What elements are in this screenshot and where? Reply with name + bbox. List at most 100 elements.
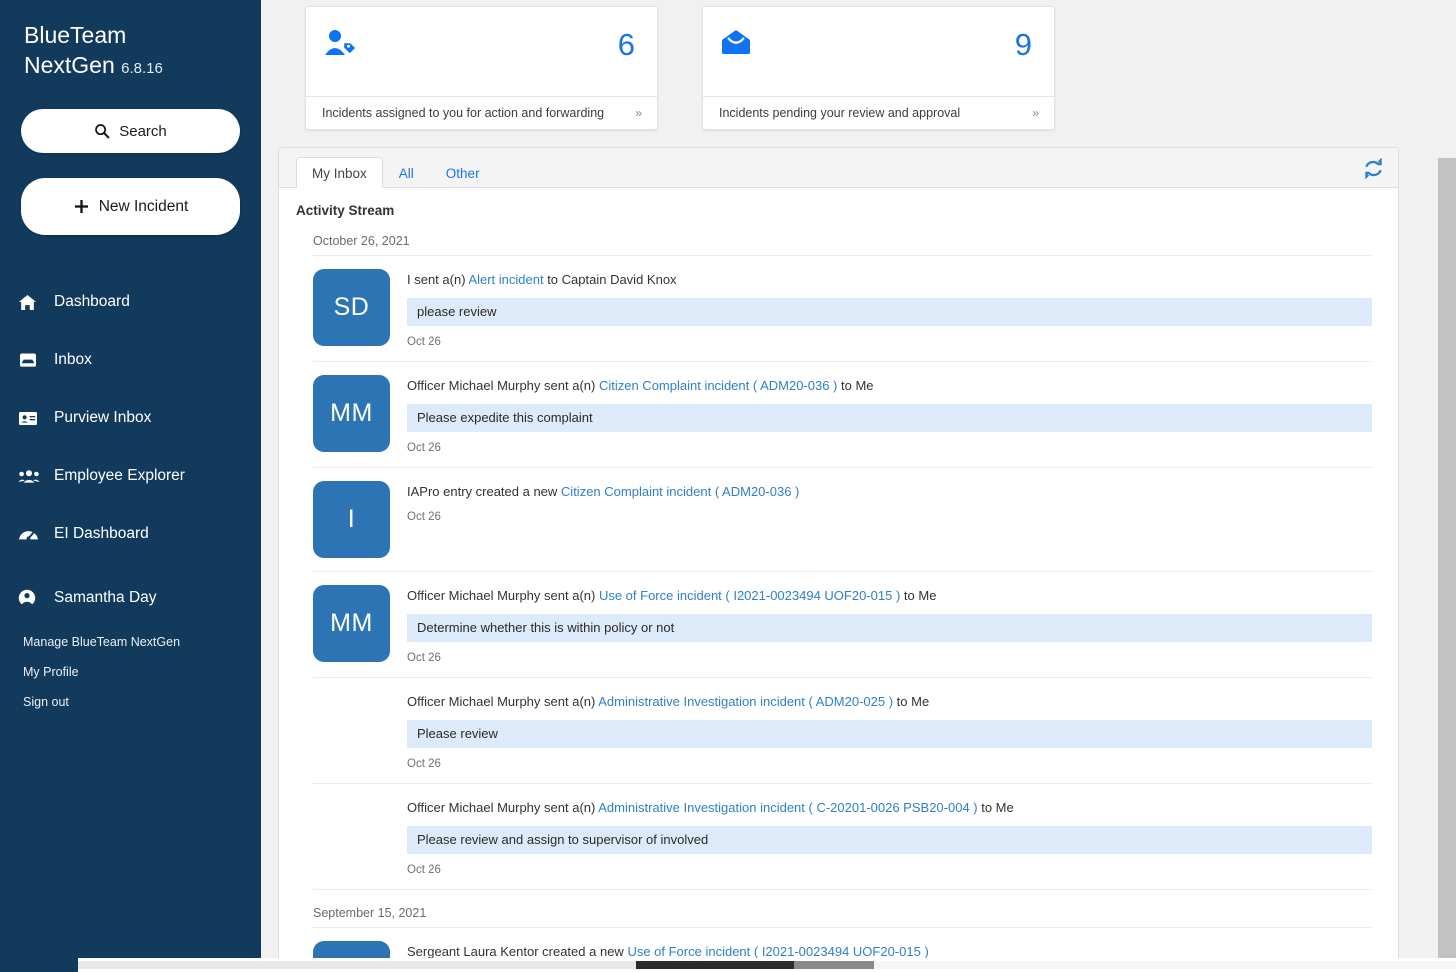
avatar: SD [313, 269, 390, 346]
app-root: BlueTeam NextGen 6.8.16 Search New Incid… [0, 0, 1456, 972]
sidebar-item-user[interactable]: Samantha Day [0, 569, 261, 627]
activity-entry-message: please review [407, 298, 1372, 326]
user-circle-icon [18, 589, 44, 607]
activity-entry: IIAPro entry created a new Citizen Compl… [313, 468, 1372, 572]
id-card-icon [18, 411, 44, 426]
activity-entry-content: Officer Michael Murphy sent a(n) Adminis… [407, 691, 1372, 770]
activity-entry-time: Oct 26 [407, 652, 1372, 664]
sidebar-item-label: EI Dashboard [54, 525, 149, 543]
activity-entry-wrap: MM Officer Michael Murphy sent a(n) Citiz… [279, 362, 1398, 468]
horizontal-scrollbar[interactable] [0, 958, 1456, 972]
tab-all[interactable]: All [383, 157, 430, 188]
sidebar-item-dashboard[interactable]: Dashboard [0, 273, 261, 331]
sidebar-item-inbox[interactable]: Inbox [0, 331, 261, 389]
activity-stream-title: Activity Stream [279, 188, 1398, 218]
incident-link[interactable]: Administrative Investigation incident ( … [598, 800, 977, 815]
scrollbar-left-cap [0, 958, 78, 972]
activity-entry-time: Oct 26 [407, 511, 1372, 523]
activity-entry-time: Oct 26 [407, 442, 1372, 454]
incident-link[interactable]: Citizen Complaint incident ( ADM20-036 ) [561, 484, 799, 499]
new-incident-label: New Incident [99, 198, 189, 216]
scrollbar-thumb[interactable] [636, 961, 794, 969]
card-pending-incidents[interactable]: 9 Incidents pending your review and appr… [702, 6, 1055, 130]
card-count: 9 [1015, 29, 1032, 60]
incident-link[interactable]: Administrative Investigation incident ( … [598, 694, 893, 709]
users-icon [18, 469, 44, 484]
date-header: September 15, 2021 [313, 890, 1372, 928]
tab-other[interactable]: Other [430, 157, 496, 188]
avatar: I [313, 481, 390, 558]
activity-entry-content: Officer Michael Murphy sent a(n) Citizen… [407, 375, 1372, 454]
activity-entry-time: Oct 26 [407, 864, 1372, 876]
search-label: Search [119, 123, 167, 140]
brand: BlueTeam NextGen 6.8.16 [0, 0, 261, 84]
home-icon [18, 294, 44, 311]
vertical-scrollbar[interactable] [1438, 158, 1456, 958]
activity-entry-text: Officer Michael Murphy sent a(n) Citizen… [407, 377, 1372, 395]
sidebar-item-label: Employee Explorer [54, 467, 185, 485]
chevron-right-icon: » [635, 106, 642, 120]
activity-stream-list: October 26, 2021SDI sent a(n) Alert inci… [279, 218, 1398, 962]
sidebar-link-my-profile[interactable]: My Profile [0, 657, 261, 687]
incident-link[interactable]: Use of Force incident ( I2021-0023494 UO… [627, 944, 928, 959]
activity-entry: SDI sent a(n) Alert incident to Captain … [313, 256, 1372, 362]
avatar-placeholder [313, 797, 390, 874]
main-content: 6 Incidents assigned to you for action a… [261, 0, 1456, 972]
chevron-right-icon: » [1032, 106, 1039, 120]
activity-entry-message: Determine whether this is within policy … [407, 614, 1372, 642]
activity-entry-content: I sent a(n) Alert incident to Captain Da… [407, 269, 1372, 348]
sidebar-user-name: Samantha Day [54, 589, 157, 607]
sidebar-link-manage[interactable]: Manage BlueTeam NextGen [0, 627, 261, 657]
incident-link[interactable]: Citizen Complaint incident ( ADM20-036 ) [599, 378, 837, 393]
sidebar-item-employee-explorer[interactable]: Employee Explorer [0, 447, 261, 505]
date-header: October 26, 2021 [313, 218, 1372, 256]
new-incident-button[interactable]: New Incident [21, 178, 240, 235]
activity-entry-text: Officer Michael Murphy sent a(n) Use of … [407, 587, 1372, 605]
card-footer[interactable]: Incidents assigned to you for action and… [306, 96, 657, 129]
card-count: 6 [618, 29, 635, 60]
activity-entry-time: Oct 26 [407, 336, 1372, 348]
activity-entry-content: IAPro entry created a new Citizen Compla… [407, 481, 1372, 558]
sidebar-item-label: Purview Inbox [54, 409, 151, 427]
activity-entry-text: Officer Michael Murphy sent a(n) Adminis… [407, 693, 1372, 711]
incident-link[interactable]: Alert incident [468, 272, 543, 287]
activity-entry-message: Please review and assign to supervisor o… [407, 826, 1372, 854]
date-group: September 15, 2021 [279, 890, 1398, 928]
activity-entry: MM Officer Michael Murphy sent a(n) Use o… [313, 572, 1372, 678]
activity-entry-content: Officer Michael Murphy sent a(n) Adminis… [407, 797, 1372, 876]
scrollbar-track-right [874, 961, 1456, 969]
refresh-icon[interactable] [1360, 155, 1386, 181]
avatar: MM [313, 375, 390, 452]
sidebar-item-label: Dashboard [54, 293, 130, 311]
avatar: MM [313, 585, 390, 662]
activity-entry-content: Officer Michael Murphy sent a(n) Use of … [407, 585, 1372, 664]
activity-entry: MM Officer Michael Murphy sent a(n) Citiz… [313, 362, 1372, 468]
card-assigned-incidents[interactable]: 6 Incidents assigned to you for action a… [305, 6, 658, 130]
sidebar-item-label: Inbox [54, 351, 92, 369]
activity-entry: LKSergeant Laura Kentor created a new Us… [313, 928, 1372, 962]
card-caption: Incidents assigned to you for action and… [322, 106, 604, 120]
sidebar-item-ei-dashboard[interactable]: EI Dashboard [0, 505, 261, 563]
search-button[interactable]: Search [21, 109, 240, 153]
sidebar-item-purview-inbox[interactable]: Purview Inbox [0, 389, 261, 447]
incident-link[interactable]: Use of Force incident ( I2021-0023494 UO… [599, 588, 900, 603]
tab-my-inbox[interactable]: My Inbox [296, 157, 383, 188]
sidebar-nav: Dashboard Inbox Purview Inbox Employee E… [0, 273, 261, 717]
card-footer[interactable]: Incidents pending your review and approv… [703, 96, 1054, 129]
activity-panel: My Inbox All Other Activity Stream Octob… [278, 147, 1399, 962]
sidebar-link-sign-out[interactable]: Sign out [0, 687, 261, 717]
activity-entry-message: Please expedite this complaint [407, 404, 1372, 432]
sidebar: BlueTeam NextGen 6.8.16 Search New Incid… [0, 0, 261, 972]
activity-entry: Officer Michael Murphy sent a(n) Adminis… [313, 784, 1372, 890]
scrollbar-track-mid [794, 961, 874, 969]
card-body: 6 [306, 7, 657, 96]
tab-bar: My Inbox All Other [279, 148, 1398, 188]
brand-line-2: NextGen 6.8.16 [24, 50, 237, 84]
gauge-icon [18, 526, 44, 542]
summary-cards: 6 Incidents assigned to you for action a… [261, 0, 1456, 130]
activity-entry-wrap: SDI sent a(n) Alert incident to Captain … [279, 256, 1398, 362]
activity-entry: Officer Michael Murphy sent a(n) Adminis… [313, 678, 1372, 784]
scrollbar-track-left [78, 961, 636, 969]
plus-icon [73, 198, 90, 215]
inbox-icon [18, 352, 44, 368]
